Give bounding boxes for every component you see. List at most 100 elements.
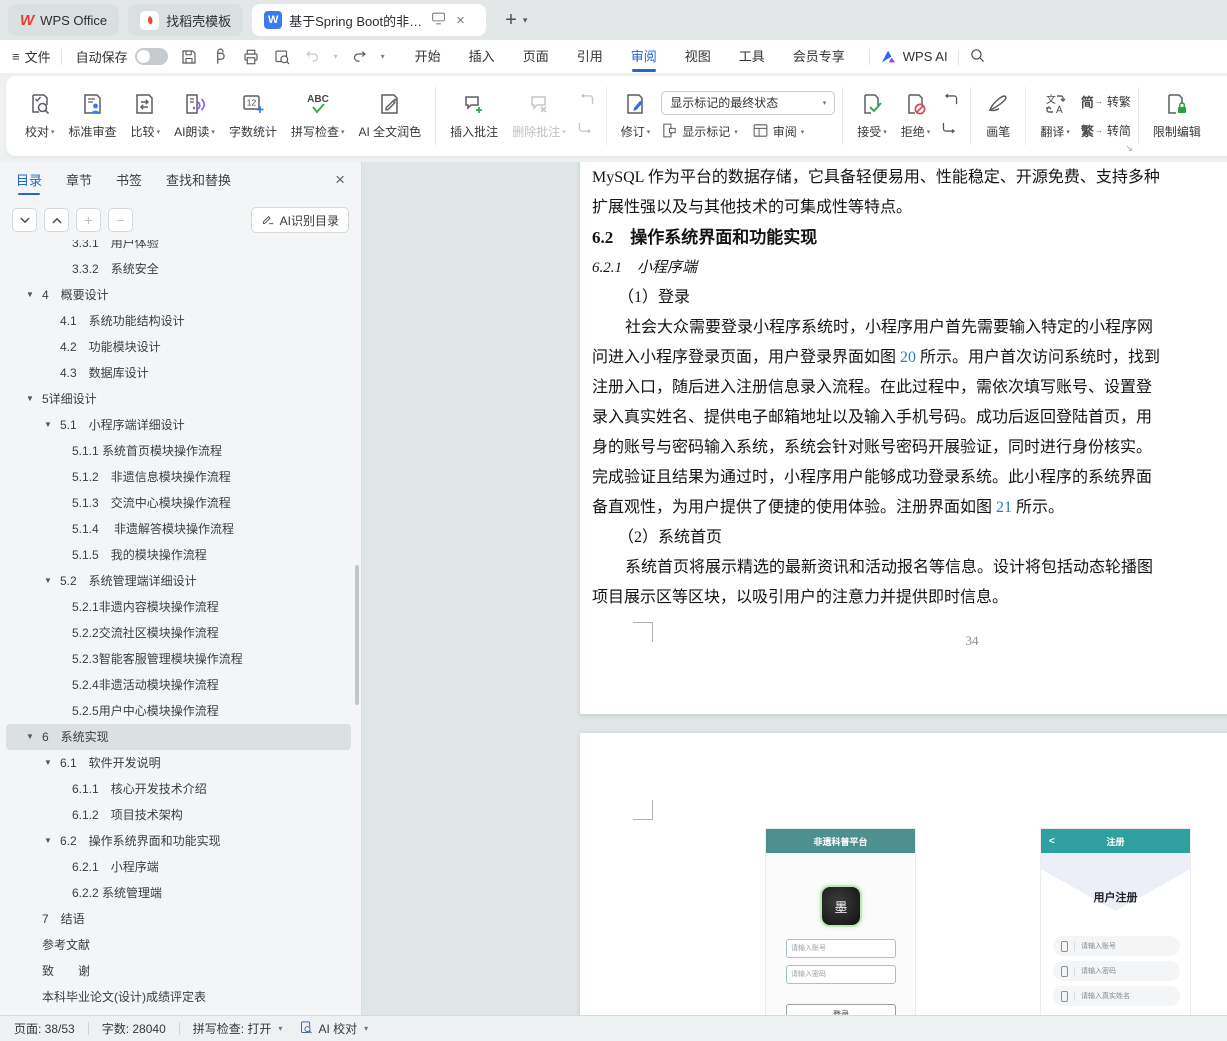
toc-item[interactable]: ▼ 6.2 操作系统界面和功能实现 <box>0 828 361 854</box>
word-count-button[interactable]: 12 字数统计 <box>222 87 284 145</box>
new-tab-button[interactable]: + <box>505 9 517 32</box>
toc-item[interactable]: ▼ 5.2 系统管理端详细设计 <box>0 568 361 594</box>
document-page-39[interactable]: 非遗科普平台 墨 请输入账号 请输入密码 登录 < 注册 用户注册 请输入账号 … <box>580 733 1227 1015</box>
toc-item[interactable]: ▼ 5详细设计 <box>0 386 361 412</box>
toc-item[interactable]: 5.2.2交流社区模块操作流程 <box>0 620 361 646</box>
tab-list-chevron-icon[interactable]: ▾ <box>523 15 528 26</box>
reject-change-button[interactable]: 拒绝 ▾ <box>894 87 938 145</box>
file-menu-button[interactable]: ≡ 文件 <box>12 47 51 66</box>
traditional-to-simplified-button[interactable]: 繁 → 转简 <box>1081 121 1131 140</box>
dialog-launcher-icon[interactable]: ↘ <box>1125 143 1133 154</box>
toc-item[interactable]: ▼ 5.1 小程序端详细设计 <box>0 412 361 438</box>
tab-wps-office[interactable]: W WPS Office <box>8 4 120 36</box>
ribbon-tab-页面[interactable]: 页面 <box>509 40 563 73</box>
document-page-38[interactable]: MySQL 作为平台的数据存储，它具备轻便易用、性能稳定、开源免费、支持多种 扩展… <box>580 162 1227 714</box>
save-icon[interactable] <box>180 48 198 66</box>
close-sidebar-icon[interactable]: × <box>335 170 345 190</box>
toc-item[interactable]: ▼ 6.1 软件开发说明 <box>0 750 361 776</box>
ribbon-tab-引用[interactable]: 引用 <box>563 40 617 73</box>
accept-change-button[interactable]: 接受 ▾ <box>850 87 894 145</box>
reject-change-icon <box>904 92 928 119</box>
wps-ai-button[interactable]: WPS AI <box>880 49 948 64</box>
ai-read-button[interactable]: AI朗读 ▾ <box>167 87 222 145</box>
tab-current-document[interactable]: W 基于Spring Boot的非遗科普 × <box>252 4 487 36</box>
spellcheck-indicator[interactable]: 拼写检查: 打开 ▾ <box>193 1020 283 1037</box>
toc-item[interactable]: 5.1.1 系统首页模块操作流程 <box>0 438 361 464</box>
toc-item[interactable]: 5.2.5用户中心模块操作流程 <box>0 698 361 724</box>
collapse-all-button[interactable] <box>44 208 69 232</box>
print-preview-icon[interactable] <box>273 48 291 66</box>
toc-item[interactable]: 5.1.2 非遗信息模块操作流程 <box>0 464 361 490</box>
autosave-toggle[interactable] <box>134 48 168 65</box>
toc-item[interactable]: 6.1.2 项目技术架构 <box>0 802 361 828</box>
next-change-icon[interactable] <box>941 120 959 139</box>
show-markup-button[interactable]: 显示标记 ▾ <box>661 122 738 142</box>
close-tab-icon[interactable]: × <box>454 12 467 29</box>
page-indicator[interactable]: 页面: 38/53 <box>14 1020 75 1037</box>
ink-brush-button[interactable]: 画笔 <box>978 87 1018 145</box>
proofread-button[interactable]: 校对 ▾ <box>18 87 62 145</box>
redo-chevron-icon[interactable]: ▾ <box>381 52 385 61</box>
toc-item[interactable]: 6.2.2 系统管理端 <box>0 880 361 906</box>
collapse-caret-icon[interactable]: ▼ <box>26 724 34 750</box>
collapse-caret-icon[interactable]: ▼ <box>26 282 34 308</box>
ai-recognize-toc-button[interactable]: AI识别目录 <box>250 207 349 233</box>
toc-item[interactable]: 6.1.1 核心开发技术介绍 <box>0 776 361 802</box>
translate-button[interactable]: 文A 翻译 ▾ <box>1033 87 1077 145</box>
ribbon-tab-插入[interactable]: 插入 <box>455 40 509 73</box>
toc-item[interactable]: 7 结语 <box>0 906 361 932</box>
toc-item[interactable]: 4.1 系统功能结构设计 <box>0 308 361 334</box>
sidebar-tab-书签[interactable]: 书签 <box>116 162 142 200</box>
ribbon-tab-会员专享[interactable]: 会员专享 <box>779 40 859 73</box>
sidebar-tab-目录[interactable]: 目录 <box>16 162 42 200</box>
sidebar-scrollbar[interactable] <box>355 565 359 705</box>
markup-state-combobox[interactable]: 显示标记的最终状态 ▾ <box>661 90 836 115</box>
review-pane-button[interactable]: 审阅 ▾ <box>752 122 804 142</box>
toc-item[interactable]: 5.2.3智能客服管理模块操作流程 <box>0 646 361 672</box>
ribbon-tab-视图[interactable]: 视图 <box>671 40 725 73</box>
simplified-to-traditional-button[interactable]: 简 → 转繁 <box>1081 92 1131 111</box>
redo-icon[interactable] <box>351 48 368 65</box>
toc-item[interactable]: 5.2.4非遗活动模块操作流程 <box>0 672 361 698</box>
search-icon[interactable] <box>969 47 986 67</box>
ai-proofread-button[interactable]: AI 校对 ▾ <box>299 1020 368 1038</box>
print-icon[interactable] <box>242 48 260 66</box>
word-count-indicator[interactable]: 字数: 28040 <box>102 1020 166 1037</box>
collapse-caret-icon[interactable]: ▼ <box>44 828 52 854</box>
tab-docer-templates[interactable]: 找稻壳模板 <box>128 4 244 36</box>
compare-button[interactable]: 比较 ▾ <box>124 87 168 145</box>
toc-item[interactable]: 4.2 功能模块设计 <box>0 334 361 360</box>
track-changes-button[interactable]: 修订 ▾ <box>614 87 658 145</box>
insert-comment-button[interactable]: 插入批注 <box>443 87 505 145</box>
ribbon-tab-工具[interactable]: 工具 <box>725 40 779 73</box>
toc-item[interactable]: 致 谢 <box>0 958 361 984</box>
standard-review-button[interactable]: 标准审查 <box>62 87 124 145</box>
toc-item[interactable]: 本科毕业论文(设计)成绩评定表 <box>0 984 361 1010</box>
sidebar-tab-查找和替换[interactable]: 查找和替换 <box>166 162 231 200</box>
toc-item[interactable]: 参考文献 <box>0 932 361 958</box>
toc-item[interactable]: 5.2.1非遗内容模块操作流程 <box>0 594 361 620</box>
toc-item[interactable]: 6.2.1 小程序端 <box>0 854 361 880</box>
toc-item[interactable]: 5.1.4 非遗解答模块操作流程 <box>0 516 361 542</box>
export-pdf-icon[interactable] <box>211 48 229 66</box>
toc-item[interactable]: ▼ 4 概要设计 <box>0 282 361 308</box>
ribbon-tab-审阅[interactable]: 审阅 <box>617 40 671 73</box>
toc-item[interactable]: ▼ 6 系统实现 <box>6 724 351 750</box>
ai-polish-button[interactable]: AI 全文润色 <box>351 87 428 145</box>
toc-item[interactable]: 5.1.3 交流中心模块操作流程 <box>0 490 361 516</box>
toc-item[interactable]: 3.3.2 系统安全 <box>0 256 361 282</box>
ribbon-tab-开始[interactable]: 开始 <box>401 40 455 73</box>
collapse-caret-icon[interactable]: ▼ <box>26 386 34 412</box>
screen-share-icon[interactable] <box>431 12 446 28</box>
toc-item[interactable]: 5.1.5 我的模块操作流程 <box>0 542 361 568</box>
sidebar-tab-章节[interactable]: 章节 <box>66 162 92 200</box>
collapse-caret-icon[interactable]: ▼ <box>44 750 52 776</box>
toc-item[interactable]: 3.3.1 用户体验 <box>0 240 361 256</box>
toc-item[interactable]: 4.3 数据库设计 <box>0 360 361 386</box>
previous-change-icon[interactable] <box>941 93 959 112</box>
restrict-editing-button[interactable]: 限制编辑 <box>1146 87 1208 145</box>
collapse-caret-icon[interactable]: ▼ <box>44 568 52 594</box>
spell-check-button[interactable]: ABC 拼写检查 ▾ <box>284 87 352 145</box>
expand-all-button[interactable] <box>12 208 37 232</box>
collapse-caret-icon[interactable]: ▼ <box>44 412 52 438</box>
